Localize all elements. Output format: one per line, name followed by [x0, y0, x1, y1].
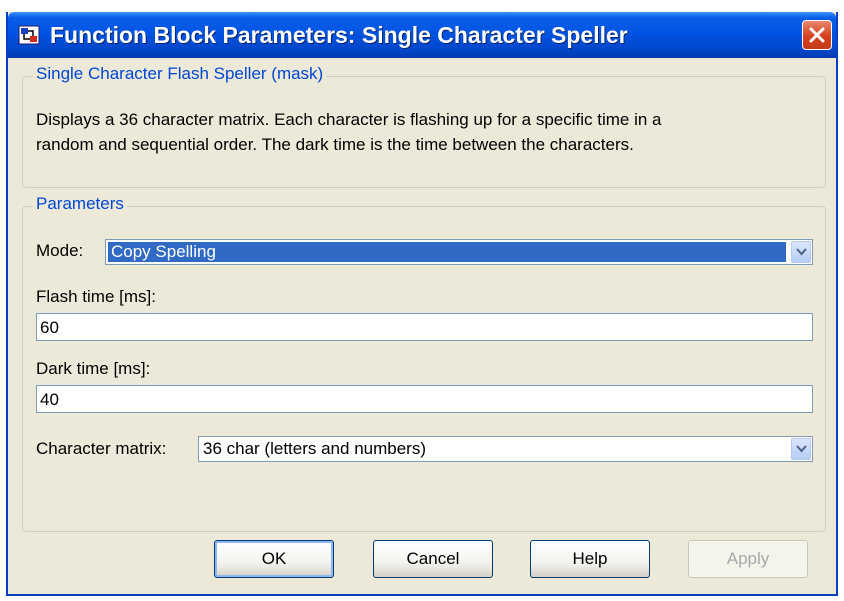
flash-time-value: 60 — [40, 318, 59, 337]
mode-label: Mode: — [36, 241, 84, 260]
title-bar[interactable]: Function Block Parameters: Single Charac… — [8, 12, 836, 58]
description-line-2: random and sequential order. The dark ti… — [36, 135, 634, 154]
dark-time-label: Dark time [ms]: — [36, 359, 151, 378]
character-matrix-dropdown-button[interactable] — [791, 438, 811, 460]
parameters-group: Parameters Mode: Copy Spelling Flash tim… — [22, 194, 826, 532]
description-line-1: Displays a 36 character matrix. Each cha… — [36, 110, 662, 129]
close-button[interactable] — [802, 20, 832, 50]
character-matrix-select[interactable]: 36 char (letters and numbers) — [198, 436, 813, 462]
flash-time-input[interactable]: 60 — [36, 313, 813, 341]
mask-description: Displays a 36 character matrix. Each cha… — [36, 107, 816, 157]
window-title: Function Block Parameters: Single Charac… — [50, 22, 628, 48]
chevron-down-icon — [796, 445, 807, 453]
mask-group-legend: Single Character Flash Speller (mask) — [33, 64, 327, 84]
mask-group: Single Character Flash Speller (mask) Di… — [22, 64, 826, 188]
simulink-block-icon — [18, 24, 40, 46]
close-icon — [809, 27, 825, 43]
parameters-legend: Parameters — [33, 194, 127, 214]
dark-time-value: 40 — [40, 390, 59, 409]
flash-time-label: Flash time [ms]: — [36, 287, 156, 306]
ok-button[interactable]: OK — [214, 540, 334, 578]
help-button[interactable]: Help — [530, 540, 650, 578]
dialog-window: Function Block Parameters: Single Charac… — [6, 12, 838, 596]
mode-value: Copy Spelling — [108, 242, 786, 262]
character-matrix-value: 36 char (letters and numbers) — [203, 439, 426, 458]
dark-time-input[interactable]: 40 — [36, 385, 813, 413]
chevron-down-icon — [796, 248, 807, 256]
character-matrix-label: Character matrix: — [36, 439, 167, 458]
mode-select[interactable]: Copy Spelling — [105, 239, 813, 265]
apply-button[interactable]: Apply — [688, 540, 808, 578]
mode-dropdown-button[interactable] — [791, 241, 811, 263]
cancel-button[interactable]: Cancel — [373, 540, 493, 578]
